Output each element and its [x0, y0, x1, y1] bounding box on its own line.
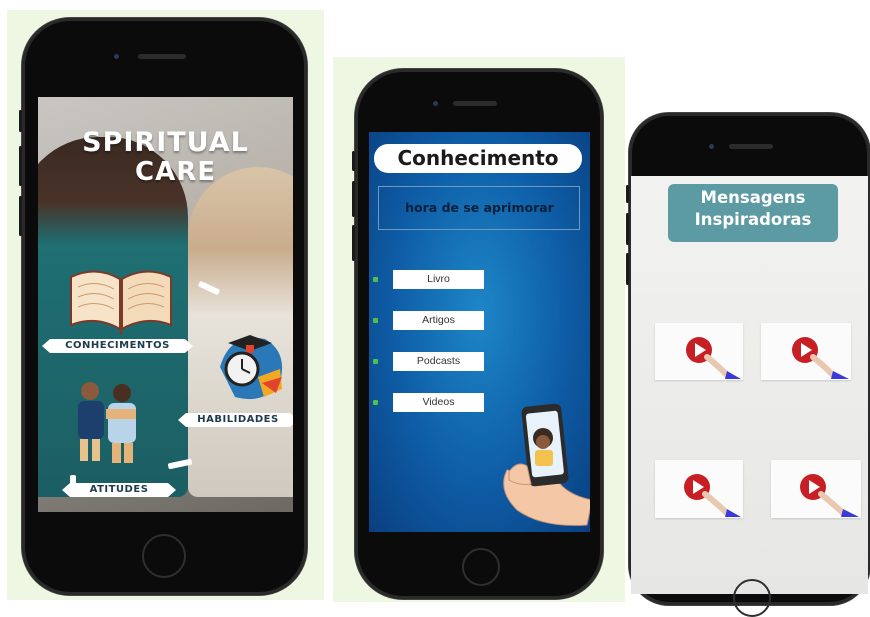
- screen-conhecimento: Conhecimento hora de se aprimorar Livro …: [369, 132, 590, 532]
- subtitle: hora de se aprimorar: [405, 200, 554, 215]
- title-line-1: Mensagens: [700, 188, 806, 207]
- title-line-2: Inspiradoras: [694, 210, 812, 229]
- home-button[interactable]: [142, 534, 186, 578]
- phone-side-button: [626, 253, 629, 285]
- page-title: Mensagens Inspiradoras: [668, 184, 838, 242]
- title-care: CARE: [135, 157, 216, 187]
- bullet-icon: [373, 277, 378, 282]
- open-book-icon: [70, 270, 172, 336]
- front-camera: [433, 101, 438, 106]
- play-video-icon: [684, 474, 741, 517]
- menu-videos-button[interactable]: Videos: [393, 393, 484, 412]
- phone-side-button: [352, 225, 355, 261]
- screen-mensagens: Mensagens Inspiradoras: [631, 176, 868, 594]
- bullet-icon: [373, 400, 378, 405]
- phone-side-button: [626, 185, 629, 203]
- bullet-icon: [373, 359, 378, 364]
- phone-side-button: [19, 146, 22, 186]
- video-card-4[interactable]: [771, 460, 861, 518]
- hand-holding-phone-icon: [503, 403, 590, 526]
- phone-side-button: [626, 213, 629, 245]
- front-camera: [709, 144, 714, 149]
- speaker: [729, 144, 773, 149]
- phone-mensagens: Mensagens Inspiradoras: [626, 113, 870, 617]
- page-title: Conhecimento: [374, 144, 582, 173]
- menu-podcasts-button[interactable]: Podcasts: [393, 352, 484, 371]
- phone-conhecimento: Conhecimento hora de se aprimorar Livro …: [352, 69, 603, 599]
- label-atitudes: ATITUDES: [62, 483, 176, 497]
- title-spiritual: SPIRITUAL: [82, 127, 249, 158]
- video-card-1[interactable]: [655, 323, 743, 380]
- menu-livro-button[interactable]: Livro: [393, 270, 484, 289]
- play-video-icon: [792, 337, 849, 379]
- phone-spiritual-care: SPIRITUAL CARE CONHECIMENTOS HABILIDADES…: [19, 18, 307, 595]
- label-habilidades: HABILIDADES: [178, 413, 293, 427]
- video-card-3[interactable]: [655, 460, 743, 518]
- speaker: [453, 101, 497, 106]
- phone-side-button: [352, 151, 355, 171]
- people-hug-icon: [78, 382, 136, 463]
- video-card-2[interactable]: [761, 323, 851, 380]
- front-camera: [114, 54, 119, 59]
- home-button[interactable]: [733, 579, 771, 617]
- speaker: [138, 54, 186, 59]
- clock-graduation-icon: [220, 335, 283, 400]
- play-video-icon: [800, 474, 859, 517]
- screen-spiritual-care: SPIRITUAL CARE CONHECIMENTOS HABILIDADES…: [38, 97, 293, 512]
- play-video-icon: [686, 337, 741, 379]
- home-button[interactable]: [462, 548, 500, 586]
- phone-side-button: [19, 196, 22, 236]
- phone-side-button: [352, 181, 355, 217]
- bullet-icon: [373, 318, 378, 323]
- label-conhecimentos: CONHECIMENTOS: [42, 339, 193, 353]
- phone-side-button: [19, 110, 22, 132]
- menu-artigos-button[interactable]: Artigos: [393, 311, 484, 330]
